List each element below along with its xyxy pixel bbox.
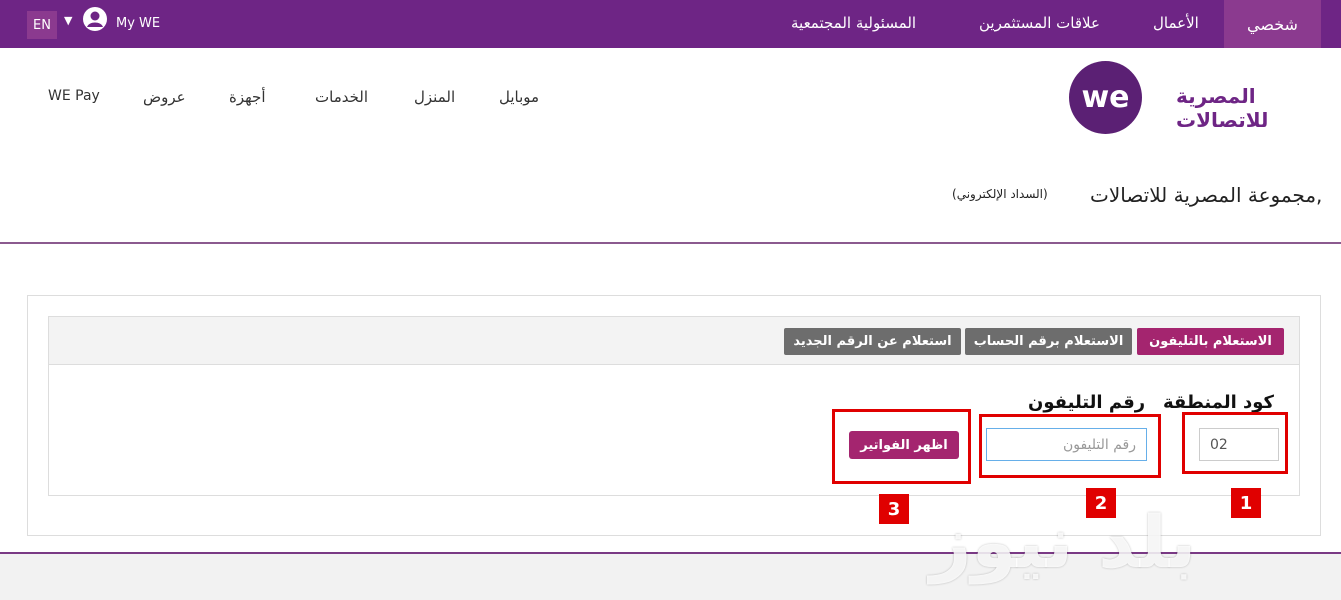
- brand-name: المصرية للاتصالات: [1176, 84, 1269, 132]
- area-code-label: كود المنطقة: [1163, 392, 1275, 413]
- nav-mobile-link[interactable]: موبايل: [499, 88, 539, 106]
- nav-services-link[interactable]: الخدمات: [315, 88, 368, 106]
- annotation-number-1: 1: [1231, 488, 1261, 518]
- user-icon[interactable]: [82, 6, 108, 32]
- nav-offers-link[interactable]: عروض: [143, 88, 186, 106]
- nav-business-link[interactable]: الأعمال: [1153, 14, 1199, 32]
- tab-new-number-inquiry[interactable]: استعلام عن الرقم الجديد: [784, 328, 961, 355]
- nav-home-link[interactable]: المنزل: [414, 88, 455, 106]
- language-toggle-button[interactable]: EN: [27, 11, 57, 39]
- annotation-box-3: [832, 409, 971, 484]
- caret-down-icon[interactable]: ▼: [64, 14, 72, 27]
- nav-personal-link[interactable]: شخصي: [1224, 0, 1321, 48]
- watermark-text: بلد نيوز: [930, 500, 1197, 584]
- page-subtitle: (السداد الإلكتروني): [952, 187, 1048, 201]
- nav-investors-link[interactable]: علاقات المستثمرين: [979, 14, 1100, 32]
- title-divider: [0, 242, 1341, 244]
- we-logo[interactable]: we: [1069, 61, 1142, 134]
- tab-phone-inquiry[interactable]: الاستعلام بالتليفون: [1137, 328, 1284, 355]
- nav-csr-link[interactable]: المسئولية المجتمعية: [791, 14, 916, 32]
- annotation-box-1: [1182, 412, 1288, 474]
- tab-account-inquiry[interactable]: الاستعلام برقم الحساب: [965, 328, 1132, 355]
- phone-number-label: رقم التليفون: [1028, 392, 1146, 413]
- top-bar: EN ▼ My WE المسئولية المجتمعية علاقات ال…: [0, 0, 1341, 48]
- annotation-number-3: 3: [879, 494, 909, 524]
- page-title: مجموعة المصرية للاتصالات,: [1090, 183, 1323, 207]
- nav-devices-link[interactable]: أجهزة: [229, 88, 266, 106]
- nav-wepay-link[interactable]: WE Pay: [48, 88, 100, 104]
- annotation-box-2: [979, 414, 1161, 478]
- my-we-link[interactable]: My WE: [116, 16, 160, 31]
